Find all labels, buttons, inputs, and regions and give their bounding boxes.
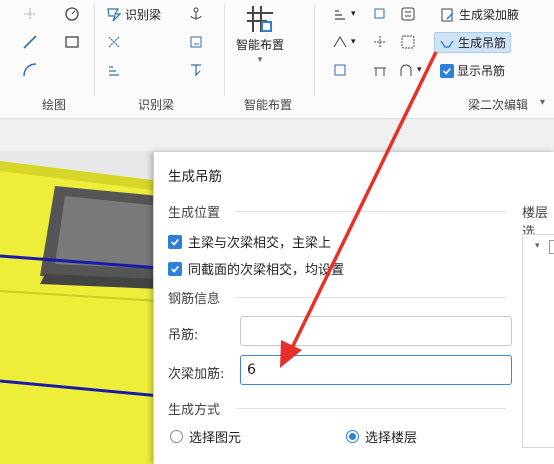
option-same-section-intersect[interactable]: 同截面的次梁相交，均设置 xyxy=(168,259,344,278)
list-icon[interactable] xyxy=(400,6,416,22)
radio-select-floor[interactable]: 选择楼层 xyxy=(346,427,417,446)
dialog-title: 生成吊筋 xyxy=(168,169,222,185)
group-label-identify: 识别梁 xyxy=(138,98,175,112)
apply-icon[interactable] xyxy=(188,62,204,78)
group-label-draw: 绘图 xyxy=(42,98,67,112)
section-generate-mode: 生成方式 xyxy=(168,403,221,418)
group-label-second-edit: 梁二次编辑 xyxy=(468,98,529,112)
hanger-rebar-icon xyxy=(439,35,455,51)
section-rebar-info: 钢筋信息 xyxy=(168,292,221,307)
option-main-secondary-intersect[interactable]: 主梁与次梁相交，主梁上 xyxy=(168,232,331,251)
anchor-icon[interactable] xyxy=(188,6,204,22)
radio-unselected-icon xyxy=(170,430,183,443)
stirrup-icon[interactable] xyxy=(372,62,388,78)
secondary-rebar-input[interactable] xyxy=(240,355,512,385)
expand-icon[interactable]: ▾ xyxy=(540,97,545,108)
toolbar-spacer xyxy=(0,119,554,151)
floor-tree-panel[interactable]: ▾ xyxy=(522,234,554,448)
grid-layout-icon xyxy=(245,4,275,34)
smart-layout-button[interactable]: 智能布置 ▾ xyxy=(236,4,284,65)
steps-icon[interactable] xyxy=(106,62,122,78)
chevron-down-icon: ▾ xyxy=(257,55,263,65)
group-label-smart: 智能布置 xyxy=(244,98,293,112)
secondary-rebar-label: 次梁加筋: xyxy=(168,367,225,382)
point-icon[interactable] xyxy=(22,6,38,22)
identify-beam-button[interactable]: 识别梁 xyxy=(106,6,161,23)
edit-support-icon[interactable] xyxy=(188,34,204,50)
tree-node-icon[interactable] xyxy=(549,240,554,254)
identify-beam-icon xyxy=(106,7,122,23)
checkbox-checked-icon xyxy=(168,261,182,276)
section-position: 生成位置 xyxy=(168,206,221,221)
pick-icon[interactable] xyxy=(372,34,388,50)
beam-edit-icon[interactable]: ▾ xyxy=(332,6,356,22)
hook-icon[interactable]: ▾ xyxy=(398,62,422,78)
show-hanger-checkbox[interactable]: 显示吊筋 xyxy=(440,62,505,79)
support-icon[interactable] xyxy=(332,62,348,78)
span-edit-icon[interactable]: ▾ xyxy=(332,34,356,50)
radio-selected-icon xyxy=(346,430,359,443)
line-icon[interactable] xyxy=(22,34,38,50)
copy-beam-icon[interactable] xyxy=(372,6,388,22)
generate-hanger-button[interactable]: 生成吊筋 xyxy=(434,32,512,53)
ribbon-toolbar: 识别梁 智能布置 ▾ ▾ 生成梁加腋 ▾ 生成吊筋 ▾ 显示吊筋 绘图 识别梁 … xyxy=(0,0,554,119)
check-beam-icon[interactable] xyxy=(106,34,122,50)
hanger-label: 吊筋: xyxy=(168,328,199,343)
radio-select-element[interactable]: 选择图元 xyxy=(170,427,241,446)
arc-icon[interactable] xyxy=(22,62,38,78)
generate-haunch-button[interactable]: 生成梁加腋 xyxy=(440,6,519,23)
checkbox-checked-icon xyxy=(168,234,182,249)
generate-hanger-dialog: 生成吊筋 生成位置 楼层选 ▾ 主梁与次梁相交，主梁上 同截面的次梁相交，均设置… xyxy=(153,152,554,464)
rectangle-icon[interactable] xyxy=(64,34,80,50)
checkbox-checked-icon xyxy=(440,63,454,78)
hanger-input[interactable] xyxy=(240,316,512,346)
circle-icon[interactable] xyxy=(64,6,80,22)
haunch-icon xyxy=(440,7,456,23)
face-icon[interactable] xyxy=(400,34,416,50)
tree-expand-icon[interactable]: ▾ xyxy=(535,241,540,251)
